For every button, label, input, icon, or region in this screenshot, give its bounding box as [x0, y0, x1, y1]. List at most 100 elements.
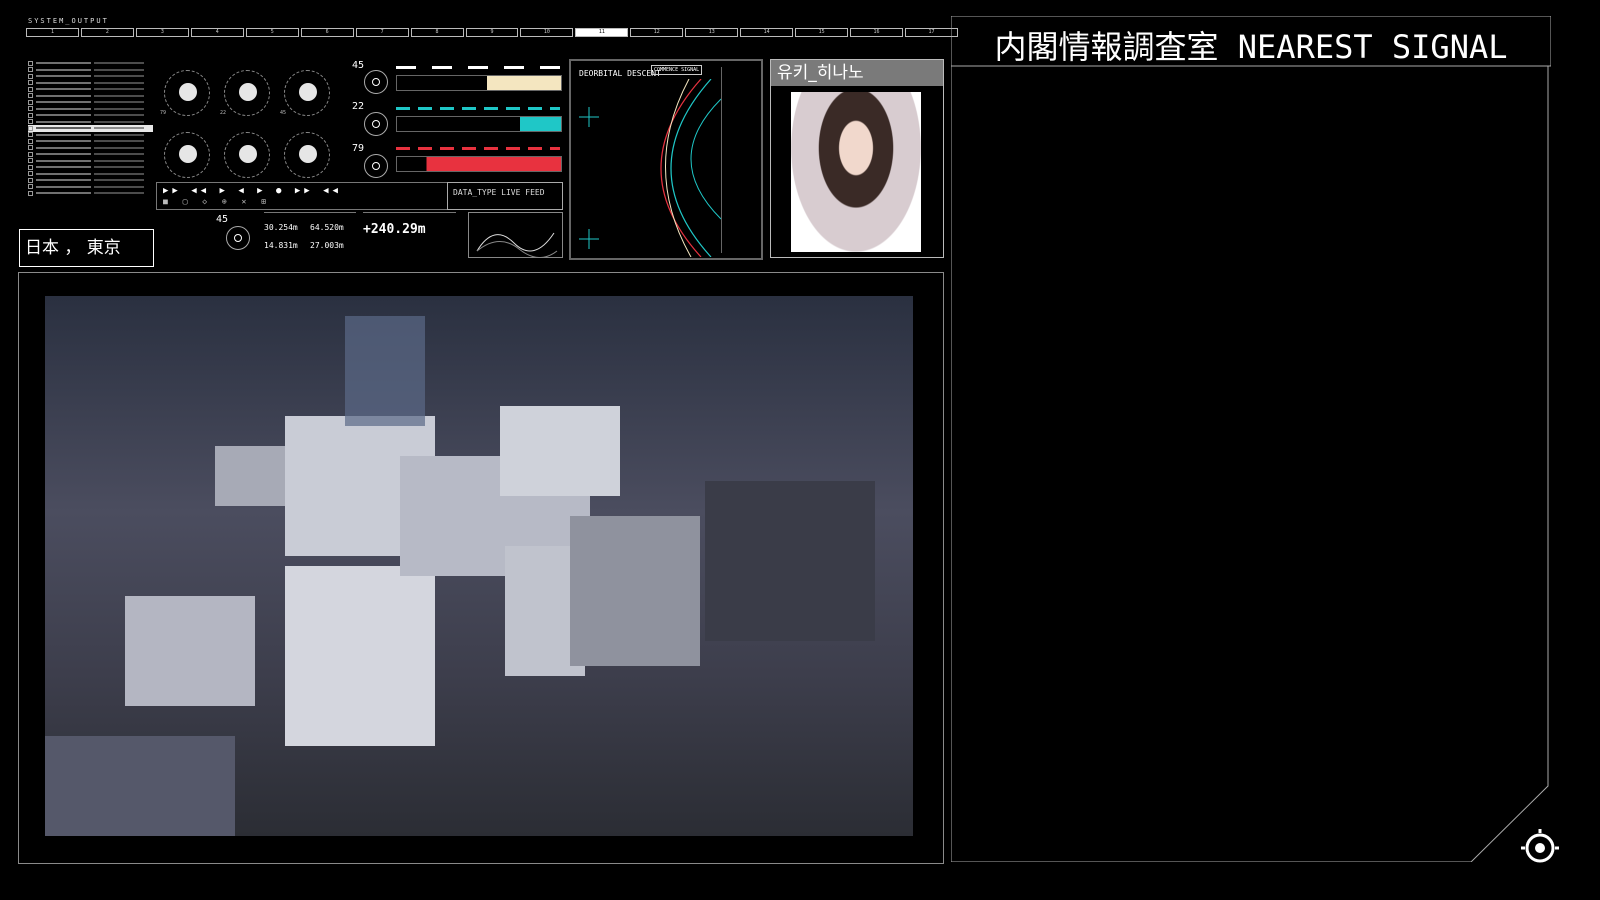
- checkbox-icon[interactable]: [28, 119, 33, 125]
- checkbox-icon[interactable]: [28, 151, 33, 157]
- checkbox-icon[interactable]: [28, 80, 33, 86]
- checkbox-icon[interactable]: [28, 190, 33, 196]
- checkbox-icon[interactable]: [28, 99, 33, 105]
- level-bar-cyan: [396, 116, 562, 132]
- building: [215, 446, 285, 506]
- portrait-card: 유키_히나노: [770, 59, 944, 258]
- gauge-5: [224, 132, 270, 178]
- wave-graph-svg: [476, 232, 558, 258]
- readout-dial: [226, 226, 250, 250]
- control-row[interactable]: ▶▶ ◀◀ ▶ ◀ ▶ ● ▶▶ ◀◀: [163, 186, 342, 196]
- checkbox-icon[interactable]: [28, 184, 33, 190]
- control-row-2[interactable]: ■ ▢ ◇ ⊕ ✕ ⊞: [163, 197, 271, 206]
- checkbox-icon[interactable]: [28, 171, 33, 177]
- settings-icon[interactable]: [1520, 828, 1560, 868]
- checkbox-icon[interactable]: [28, 138, 33, 144]
- segment-11[interactable]: 11: [575, 28, 629, 37]
- readout-value: 64.520m: [310, 223, 344, 232]
- segment-17[interactable]: 17: [905, 28, 958, 37]
- segment-12[interactable]: 12: [630, 28, 684, 37]
- checkbox-icon[interactable]: [28, 93, 33, 99]
- orbit-curve: [660, 79, 702, 257]
- checkbox-icon[interactable]: [28, 86, 33, 92]
- system-label: SYSTEM_OUTPUT: [28, 17, 109, 25]
- checkbox-icon[interactable]: [28, 106, 33, 112]
- segment-9[interactable]: 9: [465, 28, 519, 37]
- list-item-line: [94, 114, 144, 117]
- list-item-line: [36, 68, 91, 71]
- segment-16[interactable]: 16: [850, 28, 903, 37]
- readout-dial-number: 45: [216, 214, 229, 225]
- building: [45, 736, 235, 836]
- list-item-line: [94, 172, 144, 175]
- dial-number: 79: [352, 143, 365, 154]
- list-item-line: [94, 120, 144, 123]
- segment-1[interactable]: 1: [26, 28, 79, 37]
- list-item-line: [94, 185, 144, 188]
- portrait-name: 유키_히나노: [771, 60, 943, 86]
- level-bar-red: [396, 156, 562, 172]
- checkbox-icon[interactable]: [28, 145, 33, 151]
- gauge-1: [164, 70, 210, 116]
- list-item-line: [94, 192, 144, 195]
- segment-15[interactable]: 15: [795, 28, 849, 37]
- readout-value: 27.003m: [310, 241, 344, 250]
- checkbox-icon[interactable]: [28, 125, 33, 131]
- checkbox-icon[interactable]: [28, 60, 33, 66]
- list-item-line: [36, 140, 91, 143]
- segment-10[interactable]: 10: [520, 28, 574, 37]
- list-item-line: [36, 88, 91, 91]
- wave-graph: [468, 212, 563, 258]
- dial-2: [364, 112, 388, 136]
- checkbox-icon[interactable]: [28, 164, 33, 170]
- checkbox-icon[interactable]: [28, 73, 33, 79]
- list-item-line: [36, 75, 91, 78]
- segment-14[interactable]: 14: [740, 28, 794, 37]
- list-item-line: [94, 133, 144, 136]
- building: [705, 481, 875, 641]
- bar-ticks: [396, 66, 560, 69]
- list-item-line: [36, 146, 91, 149]
- bar-ticks: [396, 147, 560, 150]
- list-item-line: [36, 133, 91, 136]
- orbit-tag: COMMENCE SIGNAL: [651, 65, 703, 75]
- segment-3[interactable]: 3: [135, 28, 189, 37]
- orbit-curve: [665, 79, 692, 257]
- building: [570, 516, 700, 666]
- segment-row: 1 2 3 4 5 6 7 8 9 10 11 12 13 14 15 16 17: [26, 28, 958, 37]
- panel-frame: [951, 66, 1549, 862]
- list-item-line: [94, 94, 144, 97]
- big-value: +240.29m: [363, 222, 426, 237]
- segment-5[interactable]: 5: [245, 28, 299, 37]
- segment-13[interactable]: 13: [685, 28, 739, 37]
- big-readout: +240.29m: [363, 212, 456, 257]
- orbit-curve: [690, 98, 721, 220]
- segment-8[interactable]: 8: [410, 28, 464, 37]
- orbit-map-svg: [579, 79, 721, 257]
- checkbox-icon[interactable]: [28, 67, 33, 73]
- building: [285, 566, 435, 746]
- list-item-line: [94, 127, 144, 130]
- gauge-2: [224, 70, 270, 116]
- feed-label: DATA_TYPE LIVE FEED: [453, 188, 545, 197]
- list-item-line: [36, 127, 91, 130]
- checkbox-icon[interactable]: [28, 132, 33, 138]
- checkbox-icon[interactable]: [28, 112, 33, 118]
- segment-2[interactable]: 2: [80, 28, 134, 37]
- list-item-line: [36, 94, 91, 97]
- location-box: 日本 ， 東京: [19, 229, 154, 267]
- dial-number: 45: [352, 60, 365, 71]
- segment-7[interactable]: 7: [355, 28, 409, 37]
- list-item-line: [36, 166, 91, 169]
- signal-panel-frame: [951, 16, 1551, 862]
- segment-4[interactable]: 4: [190, 28, 244, 37]
- list-item-line: [36, 120, 91, 123]
- list-item-line: [36, 107, 91, 110]
- checkbox-icon[interactable]: [28, 177, 33, 183]
- checkbox-icon[interactable]: [28, 158, 33, 164]
- signal-title: 内閣情報調査室 NEAREST SIGNAL: [994, 28, 1508, 66]
- level-bar-amber: [396, 75, 562, 91]
- segment-6[interactable]: 6: [300, 28, 354, 37]
- list-item-line: [36, 179, 91, 182]
- list-item[interactable]: [28, 190, 153, 197]
